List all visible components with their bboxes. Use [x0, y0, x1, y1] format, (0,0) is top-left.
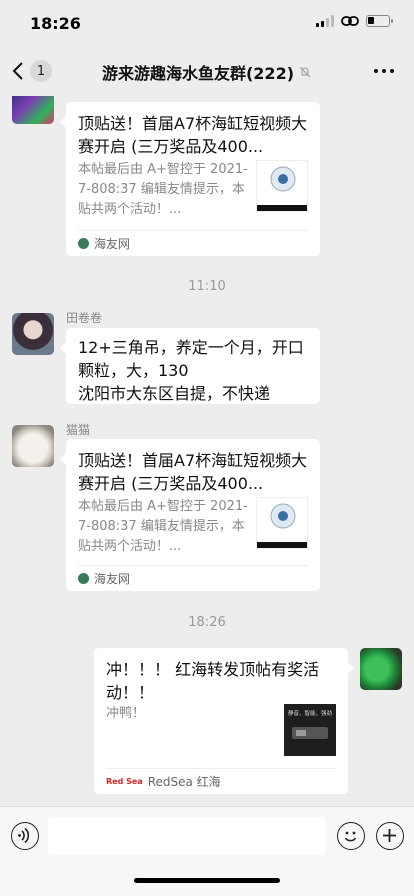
link-icon: [341, 16, 359, 26]
source-icon: [78, 573, 89, 584]
avatar[interactable]: [360, 648, 402, 690]
redsea-logo: Red Sea: [106, 777, 143, 786]
message-text-line: 12+三角吊，养定一个月，开口颗粒，大，130: [78, 338, 304, 380]
link-card[interactable]: 顶贴送！首届A7杯海缸短视频大赛开启 (三万奖品及400... 本帖最后由 A+…: [60, 439, 320, 591]
message-text-line: 沈阳市大东区自提，不快递: [78, 384, 271, 403]
chat-title-text: 游来游趣海水鱼友群(222): [101, 64, 295, 83]
more-functions-button[interactable]: [376, 822, 404, 850]
card-description: 冲鸭！: [106, 706, 146, 721]
card-title: 冲！！！ 红海转发顶帖有奖活动！！: [106, 660, 320, 702]
sender-name: 田卷卷: [66, 311, 103, 325]
voice-input-button[interactable]: [11, 822, 39, 850]
cellular-signal-icon: [316, 15, 334, 27]
message-input[interactable]: [48, 817, 326, 855]
link-card[interactable]: 顶贴送！首届A7杯海缸短视频大赛开启 (三万奖品及400... 本帖最后由 A+…: [60, 102, 320, 256]
status-time: 18:26: [30, 14, 81, 33]
emoji-button[interactable]: [337, 822, 365, 850]
card-description: 本帖最后由 A+智控于 2021-7-808:37 编辑友情提示，本贴共两个活动…: [78, 499, 248, 554]
chat-title: 游来游趣海水鱼友群(222): [70, 60, 344, 84]
time-divider: 18:26: [188, 615, 226, 630]
card-source-name: 海友网: [94, 237, 131, 251]
card-thumbnail: [256, 497, 308, 549]
source-icon: [78, 238, 89, 249]
mute-bell-icon: [299, 66, 311, 78]
text-message[interactable]: 12+三角吊，养定一个月，开口颗粒，大，130 沈阳市大东区自提，不快递: [60, 328, 320, 404]
card-title: 顶贴送！首届A7杯海缸短视频大赛开启 (三万奖品及400...: [78, 114, 308, 156]
plus-icon: [383, 829, 396, 842]
back-button[interactable]: 1: [12, 57, 58, 85]
avatar[interactable]: [12, 96, 54, 124]
card-source-name: 海友网: [94, 572, 131, 586]
card-source: 海友网: [78, 230, 308, 256]
card-description: 本帖最后由 A+智控于 2021-7-808:37 编辑友情提示，本贴共两个活动…: [78, 162, 248, 217]
nav-bar: 1 游来游趣海水鱼友群(222): [0, 44, 414, 96]
avatar[interactable]: [12, 313, 54, 355]
card-thumbnail: [256, 160, 308, 212]
sender-name: 猫猫: [66, 423, 91, 437]
status-bar: 18:26: [0, 0, 414, 44]
card-title: 顶贴送！首届A7杯海缸短视频大赛开启 (三万奖品及400...: [78, 451, 308, 493]
home-indicator[interactable]: [134, 878, 280, 883]
voice-icon: [18, 827, 30, 844]
chat-area[interactable]: 顶贴送！首届A7杯海缸短视频大赛开启 (三万奖品及400... 本帖最后由 A+…: [0, 96, 414, 806]
battery-icon: [366, 15, 393, 27]
card-thumbnail-text: 静音、智能、强劲: [287, 711, 332, 717]
card-thumbnail: 静音、智能、强劲: [284, 704, 336, 756]
chevron-left-icon: [12, 62, 23, 80]
time-divider: 11:10: [188, 279, 226, 294]
avatar[interactable]: [12, 425, 54, 467]
link-card[interactable]: 冲！！！ 红海转发顶帖有奖活动！！ 冲鸭！ 静音、智能、强劲 Red Sea R…: [94, 648, 354, 794]
status-icons: [316, 15, 393, 27]
card-source: 海友网: [78, 565, 308, 591]
unread-count-badge: 1: [30, 60, 52, 82]
emoji-icon: [344, 831, 357, 842]
more-options-button[interactable]: [374, 62, 398, 80]
card-source: Red Sea RedSea 红海: [106, 768, 336, 794]
card-source-name: RedSea 红海: [147, 775, 221, 789]
